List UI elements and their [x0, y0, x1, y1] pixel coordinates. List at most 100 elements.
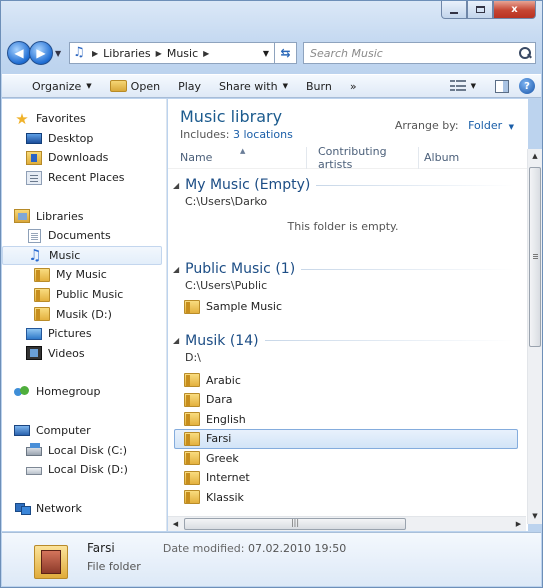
collapse-icon[interactable]: ◢: [173, 181, 179, 190]
address-dropdown-icon[interactable]: ▼: [258, 49, 274, 58]
breadcrumb-music[interactable]: Music: [167, 47, 198, 60]
details-type: File folder: [87, 560, 141, 573]
nav-my-music[interactable]: My Music: [2, 265, 166, 285]
item-label: Internet: [206, 471, 250, 485]
folder-icon: [34, 307, 50, 322]
close-button[interactable]: x: [493, 1, 536, 19]
play-button[interactable]: Play: [169, 75, 210, 97]
breadcrumb-separator-icon[interactable]: ▶: [156, 49, 162, 58]
nav-label: Music: [49, 248, 81, 262]
chevron-down-icon[interactable]: ▼: [509, 123, 514, 131]
nav-documents[interactable]: Documents: [2, 226, 166, 246]
change-view-button[interactable]: ▼: [441, 75, 485, 97]
list-item[interactable]: Arabic: [168, 371, 518, 391]
help-icon[interactable]: ?: [519, 78, 535, 94]
arrange-by-dropdown[interactable]: Folder: [468, 119, 502, 132]
libraries-icon: [14, 209, 30, 224]
breadcrumb-separator-icon[interactable]: ▶: [92, 49, 98, 58]
nav-favorites[interactable]: ★ Favorites: [2, 109, 166, 129]
list-item[interactable]: Greek: [168, 449, 518, 469]
scroll-thumb[interactable]: [529, 167, 541, 347]
nav-local-disk-d[interactable]: Local Disk (D:): [2, 460, 166, 480]
item-label: English: [206, 412, 246, 426]
address-bar[interactable]: ♫ ▶ Libraries ▶ Music ▶ ▼: [69, 42, 275, 64]
star-icon: ★: [15, 109, 29, 128]
scroll-down-arrow-icon[interactable]: ▼: [528, 509, 542, 524]
group-title: Musik (14): [185, 332, 259, 349]
computer-icon: [14, 425, 30, 437]
minimize-button[interactable]: [441, 1, 467, 19]
nav-label: Documents: [48, 229, 111, 243]
nav-recent-places[interactable]: Recent Places: [2, 168, 166, 188]
locations-link[interactable]: 3 locations: [233, 128, 293, 141]
list-item[interactable]: Dara: [168, 390, 518, 410]
vertical-scrollbar[interactable]: ▲ ▼: [527, 149, 542, 524]
share-with-label: Share with: [219, 79, 278, 93]
open-button[interactable]: Open: [101, 75, 169, 97]
refresh-button[interactable]: ⇆: [275, 42, 297, 64]
list-item[interactable]: Internet: [168, 468, 518, 488]
music-note-icon: ♫: [28, 246, 42, 265]
group-path: C:\Users\Darko: [185, 195, 268, 208]
nav-pictures[interactable]: Pictures: [2, 324, 166, 344]
column-contributing-artists[interactable]: Contributing artists: [307, 145, 419, 171]
search-placeholder: Search Music: [310, 46, 383, 60]
search-input[interactable]: Search Music: [303, 42, 536, 64]
group-header[interactable]: ◢ Musik (14): [168, 331, 528, 351]
search-icon[interactable]: [519, 47, 531, 59]
content-pane: Music library Includes: 3 locations Arra…: [168, 99, 528, 531]
breadcrumb-separator-icon[interactable]: ▶: [203, 49, 209, 58]
scroll-thumb[interactable]: |||: [184, 518, 406, 530]
folder-icon: [184, 451, 200, 466]
more-commands-button[interactable]: »: [341, 75, 366, 97]
forward-arrow-icon: ▶: [36, 46, 46, 60]
column-album[interactable]: Album: [419, 147, 509, 169]
folder-icon: [184, 431, 200, 446]
scroll-up-arrow-icon[interactable]: ▲: [528, 149, 542, 164]
scroll-right-arrow-icon[interactable]: ▶: [511, 517, 526, 532]
breadcrumb-libraries[interactable]: Libraries: [103, 47, 151, 60]
list-item-selected[interactable]: Farsi: [174, 429, 518, 449]
collapse-icon[interactable]: ◢: [173, 265, 179, 274]
pictures-icon: [26, 327, 42, 340]
maximize-button[interactable]: [467, 1, 493, 19]
nav-network[interactable]: Network: [2, 499, 166, 519]
preview-pane-icon[interactable]: [495, 79, 509, 93]
nav-local-disk-c[interactable]: Local Disk (C:): [2, 440, 166, 460]
nav-computer[interactable]: Computer: [2, 421, 166, 441]
scroll-left-arrow-icon[interactable]: ◀: [168, 517, 183, 532]
list-item[interactable]: English: [168, 410, 518, 430]
nav-label: Videos: [48, 346, 85, 360]
nav-music[interactable]: ♫ Music: [2, 245, 162, 266]
nav-public-music[interactable]: Public Music: [2, 285, 166, 305]
group-header[interactable]: ◢ My Music (Empty): [168, 175, 528, 195]
details-modified: Date modified: 07.02.2010 19:50: [163, 542, 346, 555]
folder-icon: [184, 373, 200, 388]
collapse-icon[interactable]: ◢: [173, 336, 179, 345]
caption-buttons: x: [441, 1, 536, 19]
horizontal-scrollbar[interactable]: ◀ ||| ▶: [168, 516, 526, 531]
recent-pages-dropdown[interactable]: ▼: [55, 49, 65, 58]
videos-icon: [26, 346, 42, 361]
nav-downloads[interactable]: Downloads: [2, 148, 166, 168]
list-item[interactable]: Sample Music: [168, 297, 518, 317]
column-name[interactable]: Name: [168, 146, 307, 169]
nav-videos[interactable]: Videos: [2, 344, 166, 364]
back-button[interactable]: ◀: [7, 41, 31, 65]
nav-homegroup[interactable]: Homegroup: [2, 382, 166, 402]
nav-desktop[interactable]: Desktop: [2, 129, 166, 149]
share-with-button[interactable]: Share with ▼: [210, 75, 297, 97]
burn-button[interactable]: Burn: [297, 75, 341, 97]
arrange-by: Arrange by: Folder ▼: [395, 119, 514, 132]
nav-libraries[interactable]: Libraries: [2, 206, 166, 226]
organize-button[interactable]: Organize ▼: [2, 75, 101, 97]
list-item[interactable]: Klassik: [168, 488, 518, 508]
folder-icon: [34, 267, 50, 282]
nav-musik-d[interactable]: Musik (D:): [2, 304, 166, 324]
nav-label: Libraries: [36, 209, 84, 223]
folder-icon: [184, 392, 200, 407]
group-header[interactable]: ◢ Public Music (1): [168, 259, 528, 279]
network-icon: [14, 501, 31, 516]
nav-label: Computer: [36, 424, 91, 438]
forward-button[interactable]: ▶: [29, 41, 53, 65]
